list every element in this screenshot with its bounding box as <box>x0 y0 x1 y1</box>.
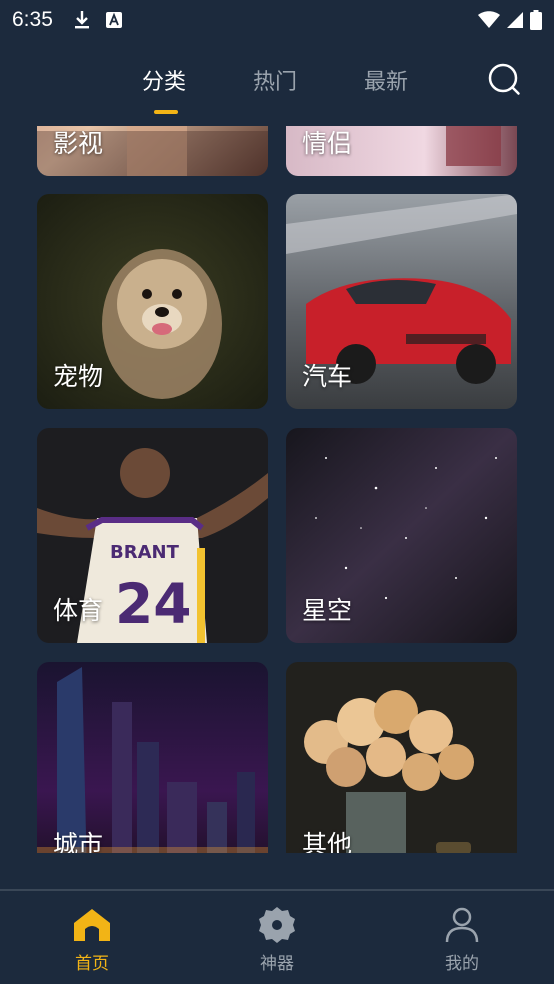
status-time: 6:35 <box>12 8 53 31</box>
download-icon <box>73 9 91 31</box>
status-bar: 6:35 <box>0 0 554 40</box>
search-button[interactable] <box>486 62 522 98</box>
category-label: 宠物 <box>53 362 104 391</box>
status-icons-left <box>73 9 123 31</box>
tab-hot[interactable]: 热门 <box>253 64 297 96</box>
category-label: 体育 <box>53 596 104 625</box>
search-icon <box>488 63 520 95</box>
svg-text:24: 24 <box>115 572 192 636</box>
category-card-movie[interactable]: 影视 <box>37 126 268 176</box>
category-card-starry[interactable]: 星空 <box>286 428 517 643</box>
status-icons-right <box>478 10 542 30</box>
bottom-nav-tools[interactable]: 神器 <box>237 905 317 974</box>
gear-icon <box>259 907 295 943</box>
signal-icon <box>506 11 524 29</box>
category-card-pet[interactable]: 宠物 <box>37 194 268 409</box>
home-icon <box>74 909 110 941</box>
svg-text:BRANT: BRANT <box>110 542 180 563</box>
battery-icon <box>530 10 542 30</box>
bottom-nav-label: 神器 <box>260 954 294 974</box>
category-label: 星空 <box>302 596 353 625</box>
category-label: 影视 <box>53 129 104 158</box>
category-grid: 影视 情侣 宠物 汽车 BRANT 24 体育 星空 城市 其他 <box>0 126 554 853</box>
category-card-city[interactable]: 城市 <box>37 662 268 853</box>
bottom-nav: 首页 神器 我的 <box>0 891 554 984</box>
wifi-icon <box>478 11 500 29</box>
bottom-nav-label: 我的 <box>445 954 479 974</box>
category-card-car[interactable]: 汽车 <box>286 194 517 409</box>
bottom-nav-label: 首页 <box>75 954 109 974</box>
top-nav: 分类 热门 最新 <box>0 52 554 122</box>
category-card-other[interactable]: 其他 <box>286 662 517 853</box>
category-label: 汽车 <box>302 362 353 391</box>
category-card-couple[interactable]: 情侣 <box>286 126 517 176</box>
category-card-sports[interactable]: BRANT 24 体育 <box>37 428 268 643</box>
user-icon <box>445 907 479 943</box>
tab-category[interactable]: 分类 <box>142 64 186 96</box>
category-label: 其他 <box>302 830 353 853</box>
font-a-icon <box>105 11 123 29</box>
bottom-nav-profile[interactable]: 我的 <box>422 905 502 974</box>
active-tab-indicator <box>154 110 178 114</box>
category-label: 城市 <box>53 830 104 853</box>
tab-newest[interactable]: 最新 <box>364 64 408 96</box>
bottom-nav-home[interactable]: 首页 <box>52 905 132 974</box>
category-label: 情侣 <box>302 129 353 158</box>
